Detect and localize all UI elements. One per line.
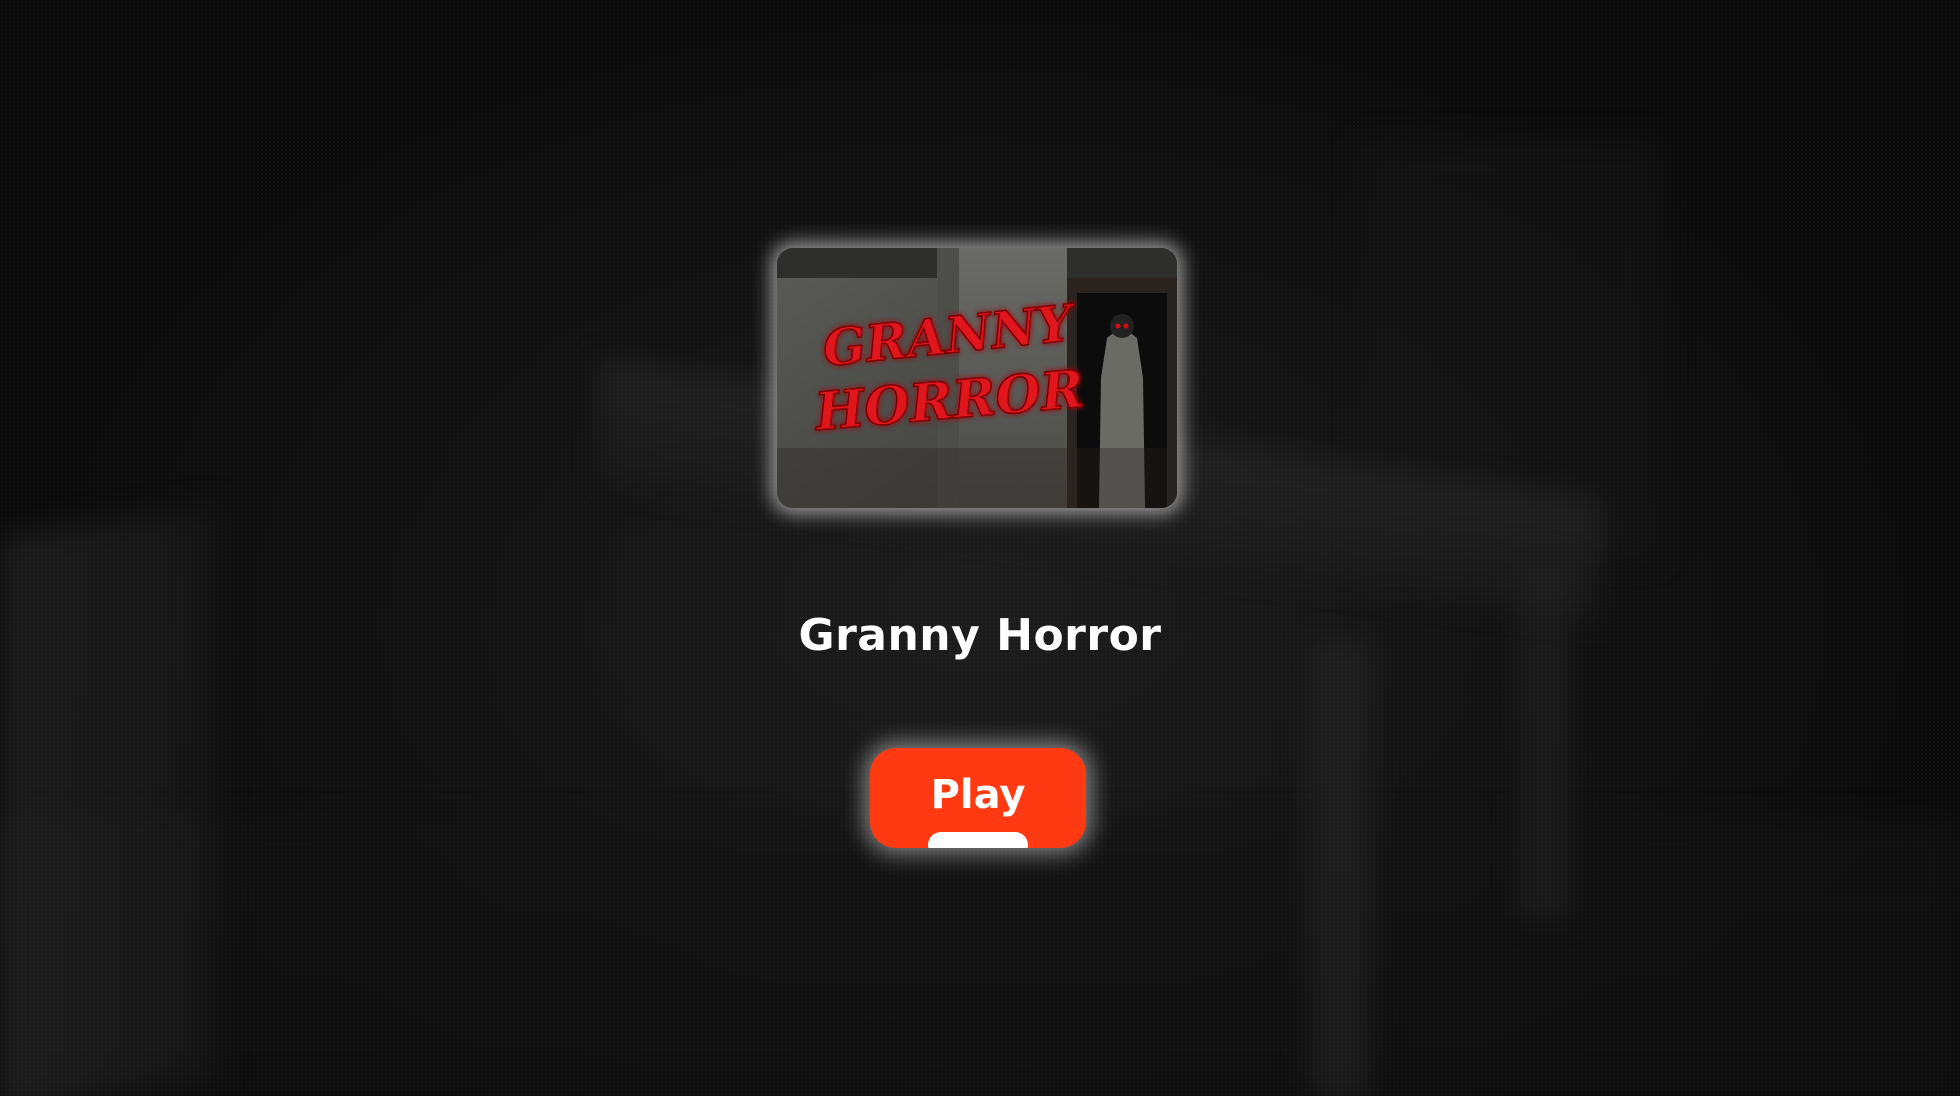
game-thumbnail: GRANNY HORROR	[777, 248, 1177, 508]
background-floor	[0, 820, 1960, 1096]
background-scene	[0, 0, 1960, 1096]
background-wall	[0, 504, 220, 1096]
background-table-leg	[1310, 640, 1370, 1096]
play-button-indicator	[928, 832, 1028, 848]
play-button-label: Play	[930, 772, 1026, 818]
play-button[interactable]: Play	[870, 748, 1086, 848]
game-title: Granny Horror	[798, 610, 1162, 661]
